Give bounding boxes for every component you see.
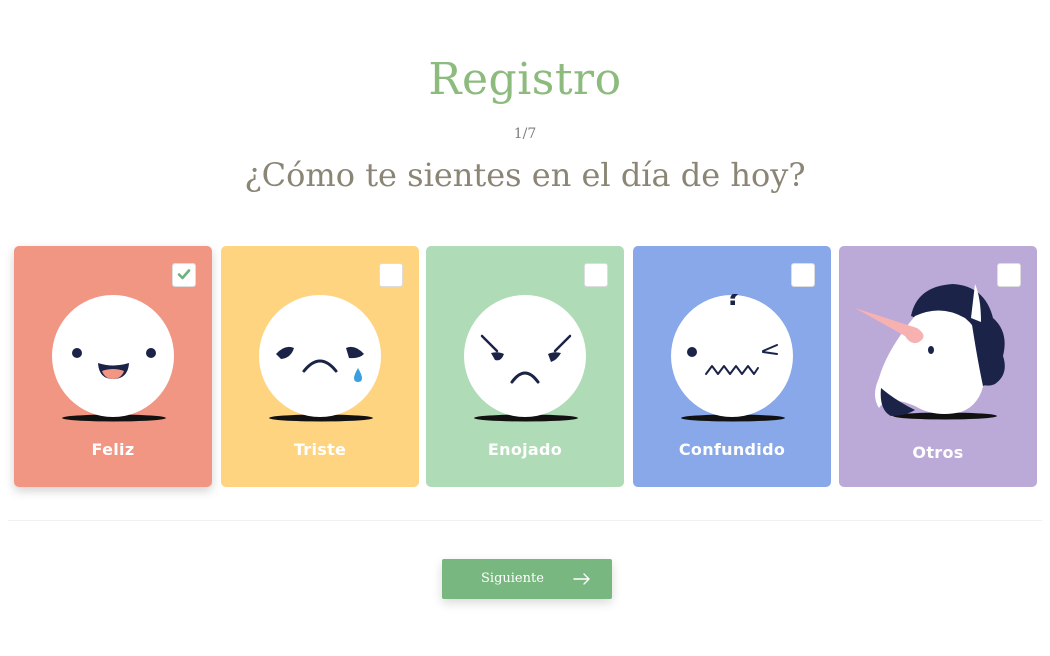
mood-options: Feliz Triste Enojado ? Confundido Otros — [14, 246, 1037, 487]
question-mark-icon: ? — [726, 294, 741, 312]
mood-card-confundido[interactable]: ? Confundido — [633, 246, 831, 487]
happy-face-icon — [52, 295, 174, 422]
mood-card-otros[interactable]: Otros — [839, 246, 1037, 487]
mood-label: Otros — [912, 443, 964, 462]
step-indicator: 1/7 — [513, 126, 537, 142]
arrow-right-icon — [573, 573, 590, 585]
divider — [8, 520, 1042, 521]
mood-checkbox-triste[interactable] — [379, 263, 403, 287]
mood-card-triste[interactable]: Triste — [221, 246, 419, 487]
mood-label: Triste — [293, 440, 347, 459]
mood-card-enojado[interactable]: Enojado — [426, 246, 624, 487]
question-text: ¿Cómo te sientes en el día de hoy? — [244, 156, 806, 194]
sad-face-icon — [259, 295, 381, 422]
next-button-label: Siguiente — [481, 571, 544, 586]
mood-label: Enojado — [487, 440, 563, 459]
mood-label: Confundido — [678, 440, 786, 459]
angry-face-icon — [464, 295, 586, 422]
mood-checkbox-enojado[interactable] — [584, 263, 608, 287]
mood-checkbox-confundido[interactable] — [791, 263, 815, 287]
checkmark-icon — [177, 269, 191, 280]
confused-face-icon: ? — [671, 294, 793, 422]
mood-label: Feliz — [91, 440, 135, 459]
page-title: Registro — [428, 54, 622, 105]
next-button[interactable]: Siguiente — [442, 559, 612, 599]
unicorn-icon — [855, 284, 1005, 420]
mood-checkbox-feliz[interactable] — [172, 263, 196, 287]
mood-card-feliz[interactable]: Feliz — [14, 246, 212, 487]
